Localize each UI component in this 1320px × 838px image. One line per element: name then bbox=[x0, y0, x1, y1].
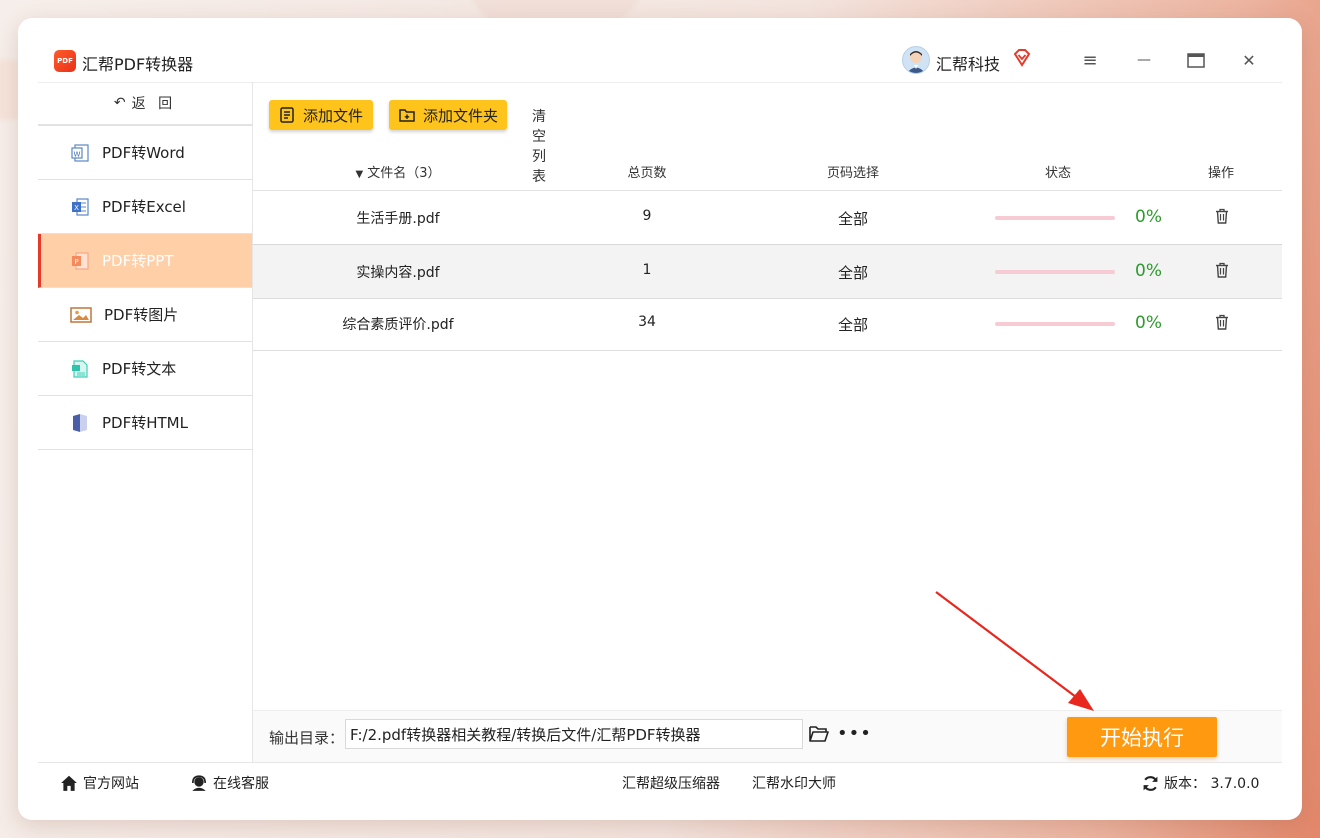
ppt-icon: P bbox=[72, 251, 89, 270]
more-options-icon[interactable]: ••• bbox=[837, 723, 872, 744]
sidebar-item-label: PDF转PPT bbox=[102, 252, 174, 270]
main-panel: 添加文件 添加文件夹 清空列表 ▼ 文件名（3） 总页数 页码选择 状态 操作 … bbox=[253, 82, 1282, 763]
menu-icon[interactable]: ≡ bbox=[1076, 46, 1104, 74]
version-info[interactable]: 版本： 3.7.0.0 bbox=[1142, 773, 1259, 793]
title-bar: PDF 汇帮PDF转换器 汇帮科技 ≡ — ✕ bbox=[38, 42, 1282, 83]
sidebar-item-html[interactable]: PDF转HTML bbox=[38, 396, 252, 450]
sort-down-icon: ▼ bbox=[355, 169, 364, 180]
add-file-icon bbox=[280, 107, 294, 123]
sidebar-item-label: PDF转文本 bbox=[102, 360, 177, 378]
header-page-select: 页码选择 bbox=[826, 166, 879, 181]
app-logo-icon: PDF bbox=[54, 50, 76, 72]
app-window: PDF 汇帮PDF转换器 汇帮科技 ≡ — ✕ ↶ 返 回 W PDF转Word… bbox=[18, 18, 1302, 820]
progress-bar bbox=[995, 322, 1115, 326]
page-select[interactable]: 全部 bbox=[803, 208, 903, 229]
page-select[interactable]: 全部 bbox=[803, 314, 903, 335]
progress-percent: 0% bbox=[1135, 313, 1162, 333]
add-file-button[interactable]: 添加文件 bbox=[269, 100, 373, 130]
sidebar-item-label: PDF转Excel bbox=[102, 198, 186, 216]
online-support-link[interactable]: 在线客服 bbox=[190, 773, 269, 793]
sidebar-item-excel[interactable]: X PDF转Excel bbox=[38, 180, 252, 234]
sidebar-item-text[interactable]: PDF转文本 bbox=[38, 342, 252, 396]
progress-percent: 0% bbox=[1135, 207, 1162, 227]
header-filename[interactable]: ▼ 文件名（3） bbox=[313, 162, 483, 181]
header-pages: 总页数 bbox=[627, 166, 667, 181]
folder-open-icon[interactable] bbox=[809, 725, 829, 743]
sidebar-item-word[interactable]: W PDF转Word bbox=[38, 126, 252, 180]
add-folder-icon bbox=[399, 109, 415, 122]
text-icon bbox=[72, 359, 88, 378]
vip-diamond-icon[interactable] bbox=[1012, 48, 1032, 68]
avatar[interactable] bbox=[902, 46, 930, 74]
table-row[interactable]: 实操内容.pdf 1 全部 0% bbox=[253, 244, 1282, 299]
watermark-link[interactable]: 汇帮水印大师 bbox=[752, 773, 836, 793]
svg-text:X: X bbox=[74, 204, 79, 212]
add-file-label: 添加文件 bbox=[303, 106, 364, 125]
sidebar-item-ppt[interactable]: P PDF转PPT bbox=[38, 234, 252, 288]
sidebar: ↶ 返 回 W PDF转Word X PDF转Excel P PDF转PPT P… bbox=[38, 82, 253, 762]
maximize-button[interactable] bbox=[1182, 46, 1210, 74]
html-icon bbox=[73, 413, 87, 432]
sidebar-item-label: PDF转图片 bbox=[104, 306, 179, 324]
table-row[interactable]: 综合素质评价.pdf 34 全部 0% bbox=[253, 297, 1282, 351]
sidebar-item-label: PDF转Word bbox=[102, 144, 185, 162]
back-button[interactable]: ↶ 返 回 bbox=[38, 82, 252, 126]
footer: 官方网站 在线客服 汇帮超级压缩器 汇帮水印大师 版本： 3.7.0.0 bbox=[38, 762, 1282, 803]
close-button[interactable]: ✕ bbox=[1235, 46, 1263, 74]
compressor-link[interactable]: 汇帮超级压缩器 bbox=[622, 773, 720, 793]
refresh-icon bbox=[1143, 775, 1158, 791]
output-bar: 输出目录： F:/2.pdf转换器相关教程/转换后文件/汇帮PDF转换器 •••… bbox=[253, 710, 1282, 763]
start-button[interactable]: 开始执行 bbox=[1067, 717, 1217, 757]
svg-text:W: W bbox=[74, 150, 81, 158]
page-count: 1 bbox=[642, 262, 652, 278]
output-path-field[interactable]: F:/2.pdf转换器相关教程/转换后文件/汇帮PDF转换器 bbox=[345, 719, 803, 749]
table-row[interactable]: 生活手册.pdf 9 全部 0% bbox=[253, 191, 1282, 245]
user-name[interactable]: 汇帮科技 bbox=[936, 51, 1000, 75]
output-label: 输出目录： bbox=[269, 729, 345, 747]
add-folder-label: 添加文件夹 bbox=[423, 106, 499, 125]
svg-text:P: P bbox=[74, 258, 78, 266]
file-name: 综合素质评价.pdf bbox=[342, 317, 454, 333]
progress-bar bbox=[995, 216, 1115, 220]
delete-icon[interactable] bbox=[1215, 262, 1229, 278]
sidebar-item-image[interactable]: PDF转图片 bbox=[38, 288, 252, 342]
header-status: 状态 bbox=[1044, 166, 1071, 181]
sidebar-item-label: PDF转HTML bbox=[102, 414, 188, 432]
table-header: ▼ 文件名（3） 总页数 页码选择 状态 操作 bbox=[253, 150, 1282, 191]
page-count: 34 bbox=[638, 314, 656, 330]
official-website-link[interactable]: 官方网站 bbox=[60, 773, 139, 793]
image-icon bbox=[70, 306, 92, 323]
add-folder-button[interactable]: 添加文件夹 bbox=[389, 100, 507, 130]
back-label: 返 回 bbox=[131, 96, 177, 112]
app-title: 汇帮PDF转换器 bbox=[82, 55, 194, 74]
back-arrow-icon: ↶ bbox=[113, 95, 126, 111]
headset-icon bbox=[191, 775, 207, 791]
word-icon: W bbox=[71, 143, 89, 162]
page-count: 9 bbox=[642, 208, 652, 224]
file-name: 实操内容.pdf bbox=[356, 265, 440, 281]
page-select[interactable]: 全部 bbox=[803, 262, 903, 283]
minimize-button[interactable]: — bbox=[1130, 46, 1158, 74]
excel-icon: X bbox=[72, 197, 89, 216]
progress-percent: 0% bbox=[1135, 261, 1162, 281]
file-name: 生活手册.pdf bbox=[356, 211, 440, 227]
home-icon bbox=[61, 775, 77, 791]
delete-icon[interactable] bbox=[1215, 314, 1229, 330]
delete-icon[interactable] bbox=[1215, 208, 1229, 224]
progress-bar bbox=[995, 270, 1115, 274]
header-action: 操作 bbox=[1207, 166, 1234, 181]
